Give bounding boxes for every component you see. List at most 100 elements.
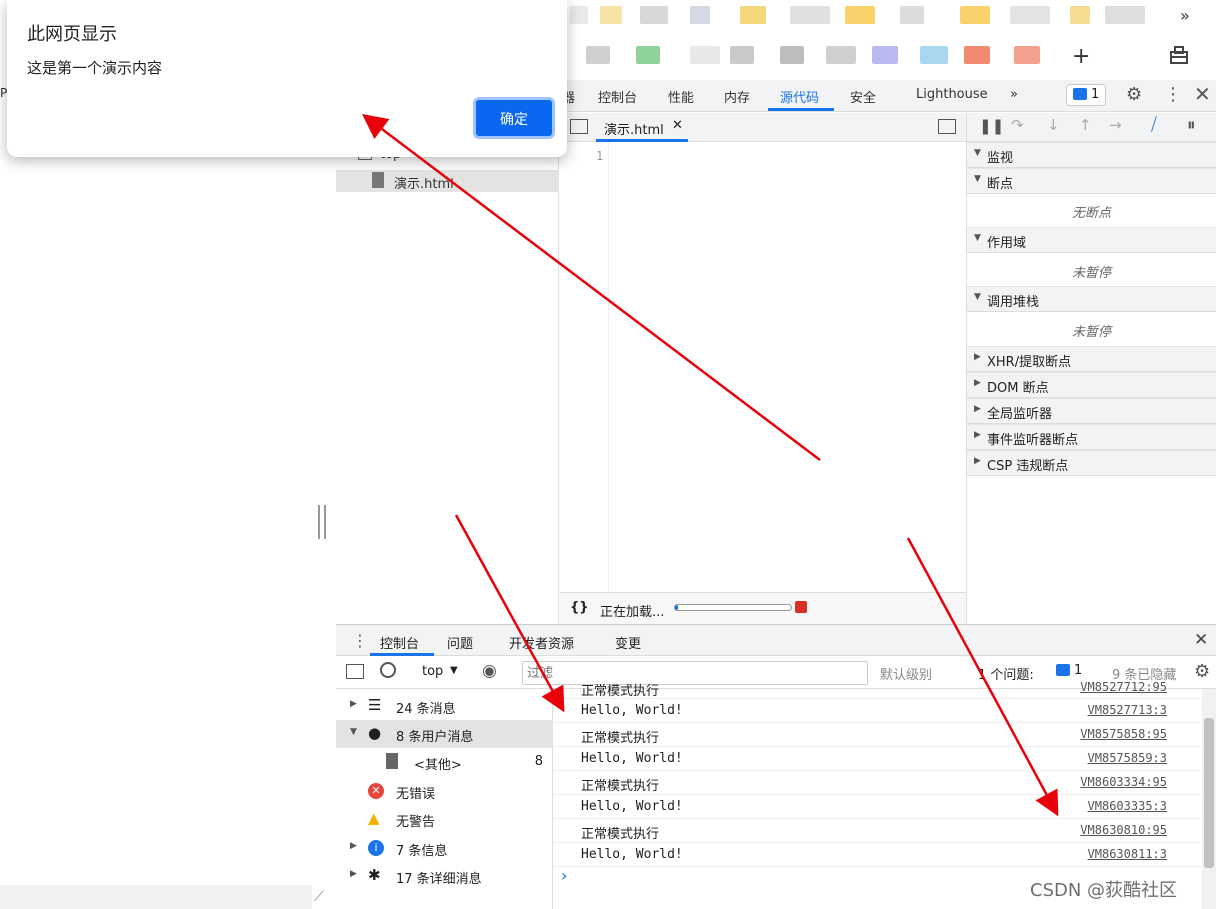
section-global-listeners[interactable]: ▶ 全局监听器	[967, 398, 1216, 424]
message-source-link[interactable]: VM8575859:3	[1088, 751, 1167, 765]
message-source-link[interactable]: VM8575858:95	[1080, 727, 1167, 741]
console-prompt[interactable]: ›	[561, 866, 567, 885]
navigator-file-item[interactable]: 演示.html	[336, 170, 559, 192]
gear-icon[interactable]: ⚙	[1126, 84, 1142, 105]
pretty-print-button[interactable]: {}	[570, 600, 589, 615]
section-label: 断点	[987, 177, 1014, 192]
message-text: 正常模式执行	[581, 684, 660, 699]
tab-console[interactable]: 控制台	[598, 87, 637, 106]
triangle-icon: ▶	[974, 456, 981, 466]
step-into-icon[interactable]: ↓	[1047, 116, 1060, 134]
sidebar-item-info[interactable]: ▶ i 7 条信息	[336, 834, 553, 862]
bug-icon: ✱	[368, 866, 381, 884]
section-label: 作用域	[987, 236, 1027, 251]
toggle-navigator-icon[interactable]	[570, 119, 588, 134]
sidebar-item-warnings[interactable]: ▲ 无警告	[336, 805, 553, 833]
sidebar-item-errors[interactable]: ✕ 无错误	[336, 777, 553, 805]
sidebar-item-other[interactable]: <其他> 8	[336, 748, 553, 776]
context-selector[interactable]: top	[422, 664, 443, 679]
sidebar-item-verbose[interactable]: ▶ ✱ 17 条详细消息	[336, 862, 553, 890]
message-text: Hello, World!	[581, 751, 683, 766]
editor-tab-bar: 演示.html ✕	[560, 113, 966, 142]
code-editor[interactable]: 1	[560, 142, 966, 592]
user-icon: ●	[368, 724, 382, 742]
triangle-icon: ▼	[974, 233, 981, 243]
file-icon	[386, 753, 398, 769]
sidebar-item-messages[interactable]: ▶ ☰ 24 条消息	[336, 692, 553, 720]
clear-console-icon[interactable]	[380, 662, 396, 678]
add-bookmark-button[interactable]: +	[1072, 44, 1090, 69]
message-source-link[interactable]: VM8527712:95	[1080, 680, 1167, 694]
sidebar-item-user-messages[interactable]: ▼ ● 8 条用户消息	[336, 720, 553, 748]
tab-memory[interactable]: 内存	[724, 87, 750, 106]
issues-count: 1	[1091, 87, 1100, 102]
triangle-icon: ▶	[350, 841, 357, 851]
devtools-tab-bar: 器 控制台 性能 内存 源代码 安全 Lighthouse »	[560, 80, 1216, 112]
sidebar-item-label: 无错误	[396, 787, 436, 802]
section-label: 调用堆栈	[987, 295, 1040, 310]
message-source-link[interactable]: VM8630811:3	[1088, 847, 1167, 861]
triangle-icon: ▶	[974, 378, 981, 388]
section-scope[interactable]: ▼ 作用域	[967, 227, 1216, 253]
tab-sources[interactable]: 源代码	[780, 87, 819, 106]
alert-dialog: 此网页显示 这是第一个演示内容 确定	[7, 0, 567, 157]
kebab-menu-icon[interactable]: ⋮	[1164, 84, 1182, 105]
extension-icon[interactable]	[1168, 44, 1190, 66]
sidebar-item-count: 8	[534, 754, 543, 769]
close-tab-icon[interactable]: ✕	[672, 118, 683, 133]
section-breakpoints[interactable]: ▼ 断点	[967, 168, 1216, 194]
section-csp-breakpoints[interactable]: ▶ CSP 违规断点	[967, 450, 1216, 476]
triangle-icon: ▶	[974, 430, 981, 440]
editor-tab-label[interactable]: 演示.html	[604, 119, 664, 138]
pause-on-exceptions-icon[interactable]: ⏸	[1187, 115, 1196, 135]
issues-badge[interactable]: 1	[1066, 84, 1106, 106]
console-message: Hello, World! VM8603335:3	[553, 795, 1201, 819]
step-out-icon[interactable]: ↑	[1079, 116, 1092, 134]
section-call-stack[interactable]: ▼ 调用堆栈	[967, 286, 1216, 312]
loading-progress-fill	[675, 605, 678, 610]
sidebar-item-label: 7 条信息	[396, 844, 448, 859]
loading-text: 正在加载...	[600, 605, 665, 620]
step-over-icon[interactable]: ↷	[1011, 116, 1024, 134]
drawer-menu-icon[interactable]: ⋮	[352, 631, 368, 650]
toggle-sidebar-icon[interactable]	[346, 664, 364, 679]
section-watch[interactable]: ▼ 监视	[967, 142, 1216, 168]
console-scrollbar-thumb[interactable]	[1204, 718, 1214, 868]
issue-icon	[1056, 664, 1070, 676]
step-icon[interactable]: →	[1109, 116, 1122, 134]
ok-button[interactable]: 确定	[473, 97, 555, 139]
more-panels-button[interactable]: »	[1010, 87, 1018, 102]
error-icon: ✕	[368, 783, 384, 799]
drawer-tab-changes[interactable]: 变更	[615, 633, 641, 652]
tab-security[interactable]: 安全	[850, 87, 876, 106]
message-text: 正常模式执行	[581, 779, 660, 794]
section-event-listener-breakpoints[interactable]: ▶ 事件监听器断点	[967, 424, 1216, 450]
resize-corner-icon[interactable]: ⟋	[314, 889, 330, 905]
pause-icon[interactable]: ❚❚	[979, 117, 1004, 135]
message-source-link[interactable]: VM8527713:3	[1088, 703, 1167, 717]
more-tabs-button[interactable]: »	[1180, 6, 1190, 25]
tab-lighthouse[interactable]: Lighthouse	[916, 87, 988, 102]
close-drawer-icon[interactable]: ✕	[1194, 630, 1208, 650]
drawer-tab-issues[interactable]: 问题	[447, 633, 473, 652]
tab-performance[interactable]: 性能	[668, 87, 694, 106]
message-source-link[interactable]: VM8630810:95	[1080, 823, 1167, 837]
section-label: CSP 违规断点	[987, 459, 1069, 474]
deactivate-breakpoints-icon[interactable]: ⧸	[1151, 115, 1157, 135]
eye-icon[interactable]: ◉	[482, 661, 497, 681]
drawer-tab-developer-resources[interactable]: 开发者资源	[509, 633, 574, 652]
message-source-link[interactable]: VM8603334:95	[1080, 775, 1167, 789]
panel-resize-handle[interactable]	[318, 505, 326, 539]
console-message: 正常模式执行 VM8527712:95	[553, 676, 1201, 699]
message-source-link[interactable]: VM8603335:3	[1088, 799, 1167, 813]
drawer-tab-console[interactable]: 控制台	[380, 633, 419, 652]
stop-loading-icon[interactable]	[795, 601, 807, 613]
close-icon[interactable]: ✕	[1194, 82, 1211, 106]
toggle-debugger-icon[interactable]	[938, 119, 956, 134]
loading-progress-bar	[674, 604, 792, 611]
info-icon: i	[368, 840, 384, 856]
triangle-icon: ▶	[974, 404, 981, 414]
console-message: Hello, World! VM8630811:3	[553, 843, 1201, 867]
section-xhr-breakpoints[interactable]: ▶ XHR/提取断点	[967, 346, 1216, 372]
section-dom-breakpoints[interactable]: ▶ DOM 断点	[967, 372, 1216, 398]
